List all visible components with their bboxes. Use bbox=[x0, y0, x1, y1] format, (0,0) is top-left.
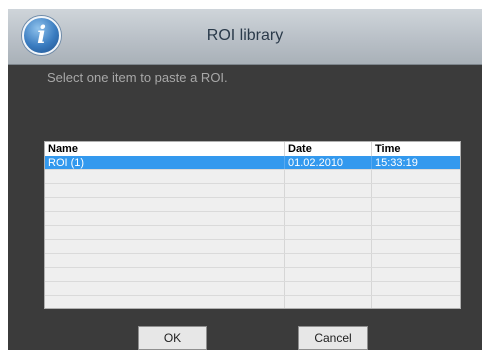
row-cell-name bbox=[45, 170, 285, 183]
dialog-title: ROI library bbox=[206, 27, 284, 44]
title-bar: i ROI library bbox=[8, 9, 482, 65]
row-cell-date bbox=[285, 282, 372, 295]
row-cell-date bbox=[285, 268, 372, 281]
column-header-name[interactable]: Name bbox=[45, 142, 285, 156]
row-cell-time bbox=[372, 170, 460, 183]
list-row[interactable] bbox=[45, 282, 460, 296]
row-cell-date bbox=[285, 198, 372, 211]
row-cell-time bbox=[372, 226, 460, 239]
row-cell-name bbox=[45, 240, 285, 253]
column-header-time[interactable]: Time bbox=[372, 142, 460, 156]
row-cell-name bbox=[45, 268, 285, 281]
column-header-date[interactable]: Date bbox=[285, 142, 372, 156]
row-cell-date bbox=[285, 254, 372, 267]
row-cell-name bbox=[45, 226, 285, 239]
row-cell-time bbox=[372, 268, 460, 281]
row-cell-time bbox=[372, 184, 460, 197]
roi-library-dialog: i ROI library Select one item to paste a… bbox=[8, 9, 482, 350]
row-cell-name bbox=[45, 184, 285, 197]
row-cell-time: 15:33:19 bbox=[375, 157, 418, 169]
list-row[interactable]: ROI (1) 01.02.2010 15:33:19 bbox=[45, 156, 460, 170]
row-cell-date bbox=[285, 184, 372, 197]
row-cell-date bbox=[285, 226, 372, 239]
instruction-text: Select one item to paste a ROI. bbox=[47, 70, 228, 85]
row-cell-date bbox=[285, 212, 372, 225]
row-cell-time bbox=[372, 282, 460, 295]
row-cell-name bbox=[45, 282, 285, 295]
row-cell-date bbox=[285, 240, 372, 253]
list-row[interactable] bbox=[45, 268, 460, 282]
ok-button[interactable]: OK bbox=[138, 326, 207, 350]
list-row[interactable] bbox=[45, 170, 460, 184]
list-row[interactable] bbox=[45, 254, 460, 268]
list-row[interactable] bbox=[45, 296, 460, 308]
row-cell-time bbox=[372, 212, 460, 225]
row-cell-date: 01.02.2010 bbox=[285, 156, 372, 169]
row-cell-name bbox=[45, 296, 285, 308]
list-header: Name Date Time bbox=[45, 142, 460, 156]
row-cell-date bbox=[285, 170, 372, 183]
list-row[interactable] bbox=[45, 226, 460, 240]
list-row[interactable] bbox=[45, 184, 460, 198]
row-cell-time bbox=[372, 240, 460, 253]
cancel-button[interactable]: Cancel bbox=[298, 326, 368, 350]
list-row[interactable] bbox=[45, 198, 460, 212]
row-cell-name bbox=[45, 212, 285, 225]
row-cell-name bbox=[45, 198, 285, 211]
row-cell-date bbox=[285, 296, 372, 308]
row-cell-name bbox=[45, 254, 285, 267]
row-cell-name: ROI (1) bbox=[45, 156, 285, 169]
row-cell-time bbox=[372, 254, 460, 267]
list-row[interactable] bbox=[45, 240, 460, 254]
list-body: ROI (1) 01.02.2010 15:33:19 bbox=[45, 156, 460, 308]
row-cell-time bbox=[372, 198, 460, 211]
list-row[interactable] bbox=[45, 212, 460, 226]
row-cell-time bbox=[372, 296, 460, 308]
roi-list[interactable]: Name Date Time ROI (1) 01.02.2010 15:33:19 bbox=[44, 141, 461, 309]
